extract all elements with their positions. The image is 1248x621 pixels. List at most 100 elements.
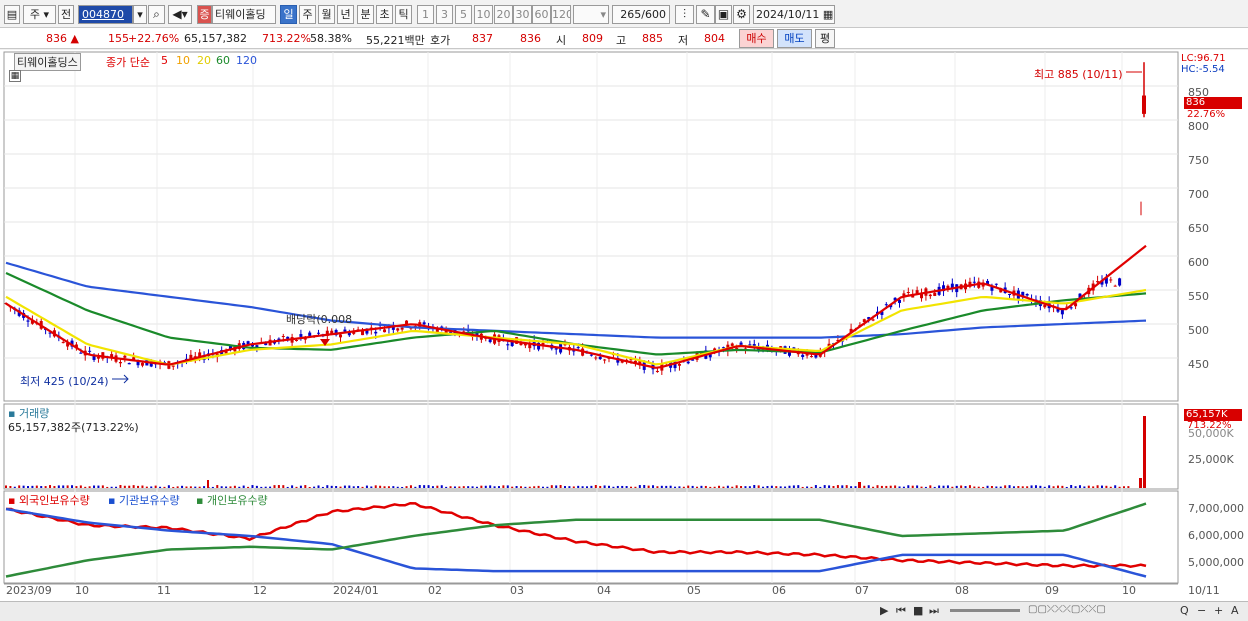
volume: 65,157,382	[184, 32, 247, 45]
candle-body	[374, 331, 378, 334]
interval-20[interactable]: 20	[494, 5, 513, 24]
volume-bar	[480, 485, 483, 488]
stop-button[interactable]: ■	[913, 604, 923, 617]
candle-body	[295, 340, 299, 342]
y-tick-600: 600	[1188, 256, 1209, 269]
count-input[interactable]: 265/600	[612, 5, 670, 24]
zoom-icon[interactable]: Q	[1180, 604, 1189, 617]
prev-button[interactable]: 전	[58, 5, 74, 24]
volume-bar	[872, 486, 875, 488]
period-month[interactable]: 월	[318, 5, 335, 24]
zoom-in-icon[interactable]: +	[1214, 604, 1223, 617]
volume-bar	[863, 485, 866, 488]
period-day[interactable]: 일	[280, 5, 297, 24]
interval-3[interactable]: 3	[436, 5, 453, 24]
date-input[interactable]: 2024/10/11 ▦	[753, 5, 835, 24]
volume-bar	[572, 486, 575, 488]
current-pct-tag: 22.76%	[1187, 109, 1226, 120]
tools-icons[interactable]: ▢▢⤫⤫⤫▢⤫⤫▢	[1028, 604, 1106, 615]
auto-scale-icon[interactable]: A	[1231, 604, 1239, 617]
interval-1[interactable]: 1	[417, 5, 434, 24]
volume-bar	[757, 485, 760, 488]
high-label: 고	[616, 34, 627, 47]
trade-amount: 55,221백만	[366, 34, 425, 47]
candle-body	[140, 362, 144, 366]
eval-button[interactable]: 평	[815, 29, 835, 48]
volume-bar	[106, 486, 109, 488]
interval-30[interactable]: 30	[513, 5, 532, 24]
drawing-icon[interactable]: ✎	[696, 5, 715, 24]
candle-body	[118, 362, 122, 364]
volume-pct-tag: 713.22%	[1187, 420, 1232, 431]
ma-legend-10: 10	[176, 54, 190, 67]
speaker-icon[interactable]: ◀▾	[168, 5, 192, 24]
save-icon[interactable]: ▣	[715, 5, 732, 24]
stock-badge: 증	[197, 5, 212, 24]
first-button[interactable]: ⏮	[896, 604, 906, 618]
gear-icon[interactable]: ⚙	[733, 5, 750, 24]
volume-bar	[885, 485, 888, 488]
code-dropdown[interactable]: ▾	[133, 5, 147, 24]
chart-icon-button[interactable]: ▤	[4, 5, 20, 24]
volume-bar	[898, 486, 901, 488]
search-icon[interactable]: ⌕	[148, 5, 165, 24]
interval-10[interactable]: 10	[474, 5, 493, 24]
stock-code-input[interactable]: 004870	[78, 5, 133, 24]
interval-5[interactable]: 5	[455, 5, 472, 24]
period-second[interactable]: 초	[376, 5, 393, 24]
volume-bar	[1017, 486, 1020, 488]
volume-bar	[533, 486, 536, 488]
volume-bar	[445, 486, 448, 488]
volume-bar	[696, 486, 699, 488]
volume-bar	[427, 485, 430, 488]
volume-bar	[370, 486, 373, 488]
volume-bar	[194, 486, 197, 488]
volume-bar	[238, 486, 241, 488]
volume-bar	[1052, 486, 1055, 488]
volume-bar	[546, 486, 549, 488]
volume-bar	[132, 485, 135, 488]
volume-bar	[101, 485, 104, 488]
candle-body	[1109, 279, 1113, 281]
chart-type-select[interactable]: 주 ▾	[23, 5, 56, 24]
volume-bar	[735, 485, 738, 488]
candle-body	[730, 343, 734, 346]
volume-bar	[541, 486, 544, 488]
period-week[interactable]: 주	[299, 5, 316, 24]
candle-body	[655, 370, 659, 373]
chart-canvas[interactable]	[0, 50, 1248, 621]
candle-body	[383, 329, 387, 333]
volume-bar	[828, 485, 831, 488]
panel-settings-icon[interactable]: ▦	[9, 70, 21, 82]
volume-bar	[9, 486, 12, 488]
volume-bar	[775, 486, 778, 488]
calendar-icon[interactable]: ▦	[823, 8, 833, 21]
buy-button[interactable]: 매수	[739, 29, 774, 48]
volume-bar	[784, 486, 787, 488]
candle-body	[576, 347, 580, 349]
volume-bar	[731, 486, 734, 488]
candle-body	[339, 334, 343, 338]
volume-bar	[383, 486, 386, 488]
play-button[interactable]: ▶	[880, 604, 888, 617]
chart-area[interactable]: 티웨이홀딩스 종가 단순 5 10 20 60 120 ▦ LC:96.71 H…	[0, 50, 1248, 621]
interval-60[interactable]: 60	[532, 5, 551, 24]
period-tick[interactable]: 틱	[395, 5, 412, 24]
volume-bar	[467, 486, 470, 488]
price-panel-name[interactable]: 티웨이홀딩스	[14, 53, 81, 71]
period-minute[interactable]: 분	[357, 5, 374, 24]
volume-bar	[669, 485, 672, 488]
period-year[interactable]: 년	[337, 5, 354, 24]
zoom-out-icon[interactable]: −	[1197, 604, 1206, 617]
scroll-slider[interactable]	[950, 609, 1020, 612]
interval-120[interactable]: 120	[551, 5, 571, 24]
last-button[interactable]: ⏭	[929, 604, 939, 618]
candle-icon[interactable]: ⫶	[675, 5, 694, 24]
sell-button[interactable]: 매도	[777, 29, 812, 48]
candle-body	[972, 281, 976, 283]
holding-y-tick-6m: 6,000,000	[1188, 529, 1244, 542]
high-price: 885	[642, 32, 663, 45]
volume-bar	[559, 485, 562, 488]
interval-custom-select[interactable]: ▾	[573, 5, 609, 24]
volume-bar	[489, 485, 492, 488]
